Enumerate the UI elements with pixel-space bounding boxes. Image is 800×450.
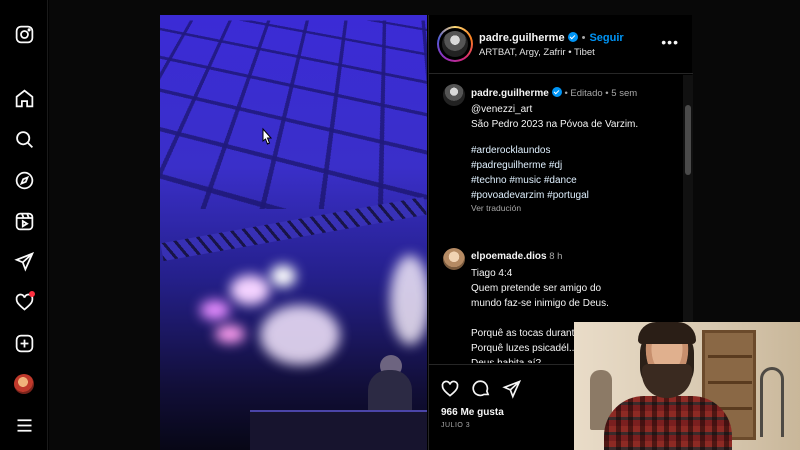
author-avatar[interactable] xyxy=(437,26,473,62)
ceiling-grid xyxy=(160,20,427,210)
likes-count[interactable]: 966 Me gusta xyxy=(441,407,504,418)
profile-avatar[interactable] xyxy=(12,372,36,396)
search-icon[interactable] xyxy=(12,127,36,151)
mouse-cursor-icon xyxy=(262,127,273,145)
reels-icon[interactable] xyxy=(12,209,36,233)
follow-button[interactable]: Seguir xyxy=(589,32,623,44)
messages-icon[interactable] xyxy=(12,249,36,273)
post-video[interactable] xyxy=(160,15,427,450)
translate-link[interactable]: Ver tradución xyxy=(471,203,521,213)
stage-light xyxy=(270,265,296,287)
presenter-hair xyxy=(638,322,696,344)
like-icon[interactable] xyxy=(440,379,462,401)
stage-light xyxy=(260,305,340,365)
menu-icon[interactable] xyxy=(12,413,36,437)
post-author: padre.guilherme • Seguir xyxy=(479,32,624,44)
post-header: padre.guilherme • Seguir ARTBAT, Argy, Zaf… xyxy=(429,15,693,74)
notification-badge xyxy=(29,291,35,297)
stage-light xyxy=(230,275,270,305)
sidebar-nav xyxy=(0,0,48,450)
webcam-overlay xyxy=(574,322,800,450)
post-date: JULIO 3 xyxy=(441,422,471,429)
presenter-beard xyxy=(642,364,692,398)
verified-icon xyxy=(551,87,562,97)
notifications-icon[interactable] xyxy=(12,290,36,314)
more-options-icon[interactable]: ••• xyxy=(661,35,679,49)
explore-icon[interactable] xyxy=(12,168,36,192)
caption-mention[interactable]: @venezzi_art xyxy=(471,102,683,117)
caption-avatar[interactable] xyxy=(443,84,465,106)
caption-age: 5 sem xyxy=(611,88,638,99)
verified-icon xyxy=(567,32,578,42)
dj-booth xyxy=(250,410,427,450)
floor-lamp xyxy=(760,367,784,437)
caption-hashtags[interactable]: #arderocklaundos #padreguilherme #dj #te… xyxy=(471,143,683,203)
comment-header: elpoemade.dios 8 h xyxy=(471,251,562,262)
comment-avatar[interactable] xyxy=(443,248,465,270)
stage-light xyxy=(215,325,245,343)
audio-track[interactable]: ARTBAT, Argy, Zafrir • Tibet xyxy=(479,47,595,58)
caption-text: São Pedro 2023 na Póvoa de Varzim. xyxy=(471,119,639,130)
edited-label: Editado xyxy=(570,88,603,99)
home-icon[interactable] xyxy=(12,86,36,110)
comments-list: padre.guilherme • Editado • 5 sem @venez… xyxy=(429,75,683,363)
share-icon[interactable] xyxy=(502,379,524,401)
comment-age: 8 h xyxy=(549,251,563,262)
caption-header: padre.guilherme • Editado • 5 sem xyxy=(471,87,638,99)
comments-scrollbar[interactable] xyxy=(683,75,693,363)
presenter-shirt xyxy=(604,396,732,450)
stage-light xyxy=(390,255,427,345)
scrollbar-thumb[interactable] xyxy=(685,105,691,175)
comment-icon[interactable] xyxy=(471,379,493,401)
instagram-icon[interactable] xyxy=(12,22,36,46)
caption-username[interactable]: padre.guilherme xyxy=(471,88,549,99)
create-icon[interactable] xyxy=(12,331,36,355)
comment-username[interactable]: elpoemade.dios xyxy=(471,251,547,262)
stage-light xyxy=(200,300,230,320)
author-username[interactable]: padre.guilherme xyxy=(479,32,565,44)
